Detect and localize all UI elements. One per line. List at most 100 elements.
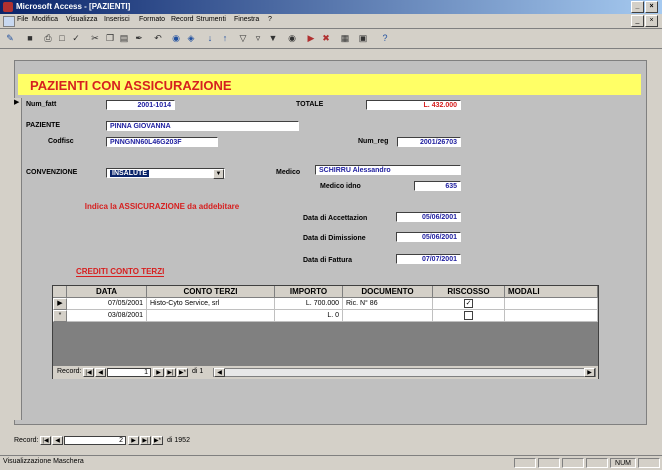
- cell-modali[interactable]: [505, 310, 598, 322]
- main-record-count: di 1952: [167, 437, 190, 444]
- first-record-icon[interactable]: |◀: [83, 368, 94, 377]
- main-next-record-icon[interactable]: ▶: [128, 436, 139, 445]
- cut-icon[interactable]: ✂: [89, 32, 101, 44]
- web-toolbar-icon[interactable]: ◈: [185, 32, 197, 44]
- totale-field[interactable]: L. 432.000: [366, 100, 461, 110]
- col-header-modali[interactable]: MODALI: [505, 286, 598, 298]
- col-header-documento[interactable]: DOCUMENTO: [343, 286, 433, 298]
- menu-bar: File Modifica Visualizza Inserisci Forma…: [0, 14, 662, 29]
- cell-conto-terzi[interactable]: Histo-Cyto Service, srl: [147, 298, 275, 310]
- main-new-record-icon[interactable]: ▶*: [152, 436, 163, 445]
- data-accettazione-field[interactable]: 05/06/2001: [396, 212, 461, 222]
- next-record-icon[interactable]: ▶: [153, 368, 164, 377]
- col-header-riscosso[interactable]: RISCOSSO: [433, 286, 505, 298]
- cell-conto-terzi[interactable]: [147, 310, 275, 322]
- copy-icon[interactable]: ❐: [104, 32, 116, 44]
- riscosso-checkbox-unchecked[interactable]: [464, 310, 473, 320]
- menu-visualizza[interactable]: Visualizza: [66, 16, 97, 23]
- paziente-field[interactable]: PINNA GIOVANNA: [106, 121, 299, 131]
- design-view-icon[interactable]: ✎: [4, 32, 16, 44]
- scroll-right-icon[interactable]: ▶: [584, 368, 595, 377]
- menu-record[interactable]: Record: [171, 16, 194, 23]
- cell-data[interactable]: 07/05/2001: [67, 298, 147, 310]
- help-icon[interactable]: ?: [379, 32, 391, 44]
- form-icon: [3, 16, 15, 27]
- grid-corner: [53, 286, 67, 298]
- last-record-icon[interactable]: ▶|: [165, 368, 176, 377]
- sort-ascending-icon[interactable]: ↓: [204, 32, 216, 44]
- new-record-icon[interactable]: ▶: [305, 32, 317, 44]
- spelling-icon[interactable]: ✓: [70, 32, 82, 44]
- data-fattura-field[interactable]: 07/07/2001: [396, 254, 461, 264]
- cell-modali[interactable]: [505, 298, 598, 310]
- menu-inserisci[interactable]: Inserisci: [104, 16, 130, 23]
- status-panel: [586, 458, 608, 468]
- row-selector[interactable]: ▶: [53, 298, 67, 310]
- col-header-data[interactable]: DATA: [67, 286, 147, 298]
- record-selector[interactable]: ▶: [14, 98, 22, 420]
- cell-documento[interactable]: [343, 310, 433, 322]
- subform-nav-bar: Record: |◀ ◀ 1 ▶ ▶| ▶* di 1 ◀ ▶: [53, 365, 598, 379]
- cell-documento[interactable]: Ric. N° 86: [343, 298, 433, 310]
- toolbar: ✎ ■ ⎙ □ ✓ ✂ ❐ ▤ ✒ ↶ ◉ ◈ ↓ ↑ ▽ ▿ ▼ ◉ ▶ ✖ …: [0, 29, 662, 49]
- mdi-close-button[interactable]: ×: [645, 15, 658, 27]
- database-window-icon[interactable]: ▦: [339, 32, 351, 44]
- new-object-icon[interactable]: ▣: [357, 32, 369, 44]
- menu-strumenti[interactable]: Strumenti: [196, 16, 226, 23]
- access-app-icon: [3, 2, 13, 12]
- data-dimissione-label: Data di Dimissione: [303, 235, 366, 242]
- hyperlink-icon[interactable]: ◉: [170, 32, 182, 44]
- main-last-record-icon[interactable]: ▶|: [140, 436, 151, 445]
- col-header-importo[interactable]: IMPORTO: [275, 286, 343, 298]
- medico-field[interactable]: SCHIRRU Alessandro: [315, 165, 461, 175]
- main-prev-record-icon[interactable]: ◀: [52, 436, 63, 445]
- format-painter-icon[interactable]: ✒: [133, 32, 145, 44]
- menu-formato[interactable]: Formato: [139, 16, 165, 23]
- subform-current-record[interactable]: 1: [107, 368, 151, 377]
- mdi-minimize-button[interactable]: _: [631, 15, 644, 27]
- convenzione-combo[interactable]: INSALUTE ▼: [106, 168, 225, 179]
- prev-record-icon[interactable]: ◀: [95, 368, 106, 377]
- menu-file[interactable]: File: [17, 16, 28, 23]
- convenzione-label: CONVENZIONE: [26, 169, 78, 176]
- cell-riscosso[interactable]: [433, 310, 505, 322]
- num-fatt-field[interactable]: 2001-1014: [106, 100, 175, 110]
- medico-idno-field[interactable]: 635: [414, 181, 461, 191]
- close-button[interactable]: ×: [645, 1, 658, 13]
- apply-filter-icon[interactable]: ▼: [267, 32, 279, 44]
- menu-help[interactable]: ?: [268, 16, 272, 23]
- cell-riscosso[interactable]: ✓: [433, 298, 505, 310]
- num-reg-field[interactable]: 2001/26703: [397, 137, 461, 147]
- riscosso-checkbox-checked[interactable]: ✓: [464, 298, 473, 308]
- menu-modifica[interactable]: Modifica: [32, 16, 58, 23]
- print-preview-icon[interactable]: □: [56, 32, 68, 44]
- num-fatt-label: Num_fatt: [26, 101, 57, 108]
- sort-descending-icon[interactable]: ↑: [219, 32, 231, 44]
- main-first-record-icon[interactable]: |◀: [40, 436, 51, 445]
- medico-label: Medico: [276, 169, 301, 176]
- cell-data[interactable]: 03/08/2001: [67, 310, 147, 322]
- paste-icon[interactable]: ▤: [118, 32, 130, 44]
- minimize-button[interactable]: _: [631, 1, 644, 13]
- crediti-title: CREDITI CONTO TERZI: [76, 267, 165, 277]
- cell-importo[interactable]: L. 700.000: [275, 298, 343, 310]
- chevron-down-icon[interactable]: ▼: [213, 169, 224, 179]
- find-icon[interactable]: ◉: [286, 32, 298, 44]
- new-row-selector[interactable]: *: [53, 310, 67, 322]
- main-record-label: Record:: [14, 437, 39, 444]
- scroll-left-icon[interactable]: ◀: [214, 368, 225, 377]
- col-header-conto-terzi[interactable]: CONTO TERZI: [147, 286, 275, 298]
- print-icon[interactable]: ⎙: [42, 32, 54, 44]
- data-dimissione-field[interactable]: 05/06/2001: [396, 232, 461, 242]
- delete-record-icon[interactable]: ✖: [320, 32, 332, 44]
- menu-finestra[interactable]: Finestra: [234, 16, 259, 23]
- cell-importo[interactable]: L. 0: [275, 310, 343, 322]
- filter-by-form-icon[interactable]: ▿: [252, 32, 264, 44]
- new-record-nav-icon[interactable]: ▶*: [177, 368, 188, 377]
- main-current-record[interactable]: 2: [64, 436, 126, 445]
- save-icon[interactable]: ■: [24, 32, 36, 44]
- codfisc-field[interactable]: PNNGNN60L46G203F: [106, 137, 218, 147]
- undo-icon[interactable]: ↶: [152, 32, 164, 44]
- horizontal-scrollbar[interactable]: ◀ ▶: [213, 368, 596, 377]
- filter-by-selection-icon[interactable]: ▽: [237, 32, 249, 44]
